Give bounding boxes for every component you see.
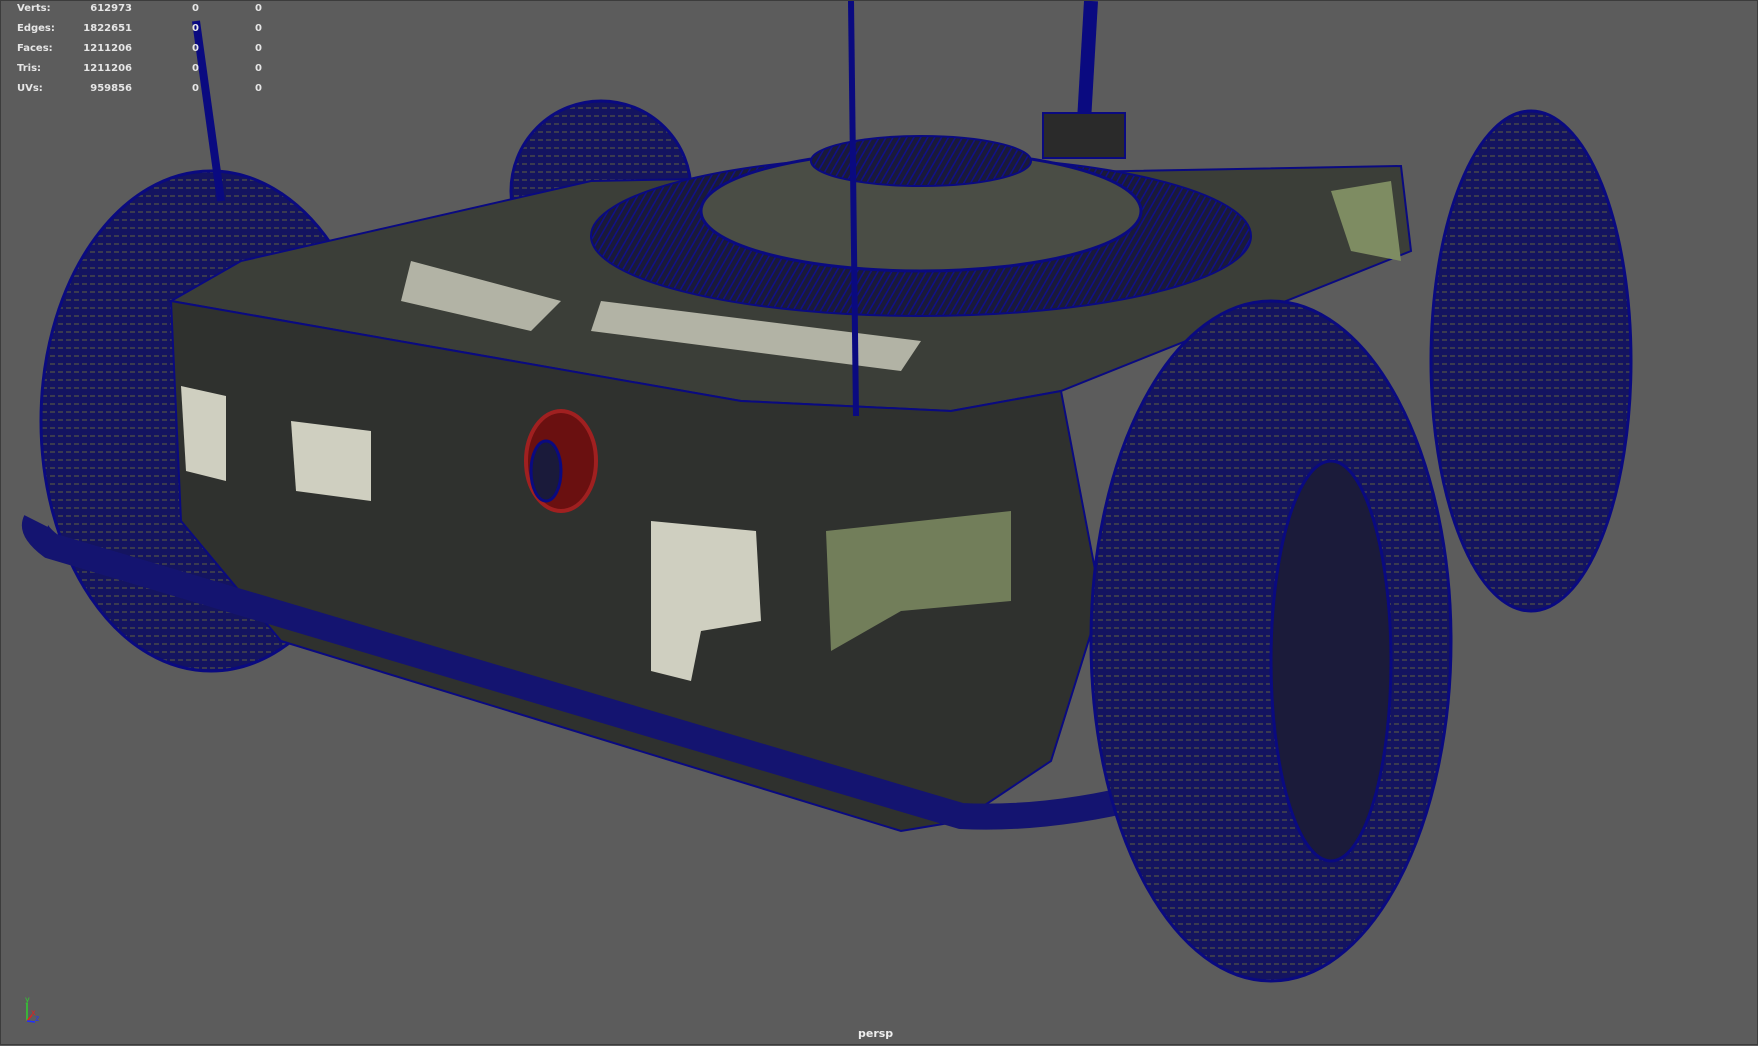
3d-viewport[interactable]: Verts: 612973 0 0 Edges: 1822651 0 0 Fac…	[0, 0, 1758, 1045]
hud-extra: 0	[255, 23, 262, 34]
hud-label: Edges:	[17, 23, 55, 34]
hud-label: UVs:	[17, 83, 43, 94]
camera-label: persp	[858, 1027, 894, 1040]
hud-label: Verts:	[17, 3, 51, 14]
axis-y-label: y	[25, 995, 30, 1004]
hud-extra: 0	[255, 43, 262, 54]
hud-extra: 0	[255, 63, 262, 74]
axis-z-label: z	[35, 1014, 39, 1023]
hud-label: Faces:	[17, 43, 53, 54]
axis-gizmo-icon: y x z	[25, 995, 39, 1023]
rear-right-wheel	[1429, 109, 1633, 613]
hud-extra: 0	[255, 83, 262, 94]
robot-model-wireframe-on-shaded[interactable]	[1, 1, 1758, 1046]
hud-extra: 0	[255, 3, 262, 14]
hud-label: Tris:	[17, 63, 42, 74]
